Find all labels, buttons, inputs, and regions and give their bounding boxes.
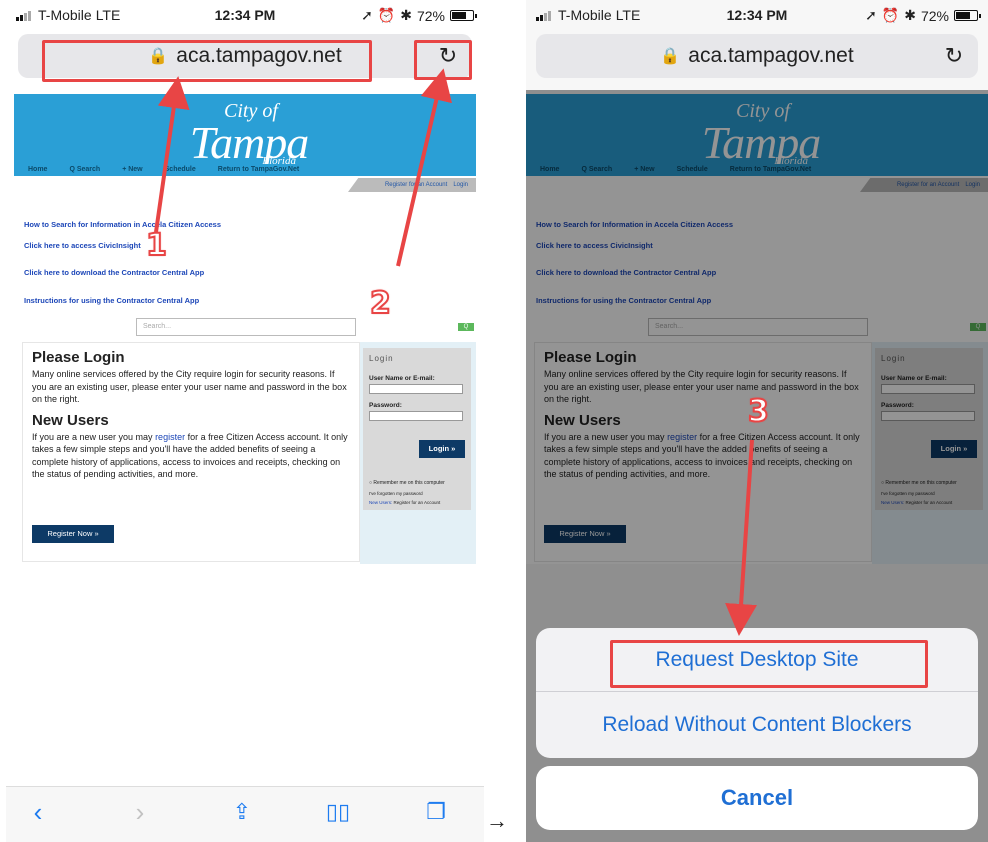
reload-icon[interactable]: ↻ — [940, 42, 968, 70]
battery-percent: 72% — [920, 7, 949, 24]
highlight-address-bar — [42, 40, 372, 82]
password-label: Password: — [369, 402, 402, 409]
nav-return[interactable]: Return to TampaGov.Net — [218, 164, 299, 176]
address-bar-right[interactable]: 🔒 aca.tampagov.net ↻ — [536, 34, 978, 78]
link-civicinsight[interactable]: Click here to access CivicInsight — [24, 241, 141, 250]
city-logo: City of Tampa Florida — [184, 100, 314, 170]
location-icon: ➚ — [865, 7, 877, 23]
bluetooth-icon: ✱ — [904, 7, 916, 23]
link-search-info[interactable]: How to Search for Information in Accela … — [24, 220, 221, 229]
new-users-line: New Users: Register for an Account — [369, 500, 440, 505]
new-users-title: New Users — [32, 411, 109, 429]
site-nav: Home Q Search + New Schedule Return to T… — [14, 164, 476, 176]
account-strip: Register for an Account Login — [348, 178, 476, 192]
status-bar-right: T-Mobile LTE 12:34 PM ➚ ⏰ ✱ 72% — [526, 0, 988, 30]
step-1-label: 1 — [145, 227, 168, 264]
new-users-body: If you are a new user you may register f… — [32, 431, 350, 481]
browser-toolbar: ‹ › ⇪ ▯▯ ❐ — [6, 786, 484, 842]
bookmarks-icon[interactable]: ▯▯ — [318, 797, 358, 827]
forward-icon[interactable]: › — [120, 797, 160, 827]
new-users-text-a: If you are a new user you may — [32, 431, 156, 442]
new-users-label: New Users: — [369, 500, 393, 505]
tabs-icon[interactable]: ❐ — [416, 797, 456, 827]
status-right: ➚ ⏰ ✱ 72% — [865, 7, 981, 24]
register-now-button[interactable]: Register Now » — [32, 525, 114, 543]
step-3-label: 3 — [747, 393, 770, 430]
nav-home[interactable]: Home — [28, 164, 47, 176]
site-search-input[interactable]: Search... — [136, 318, 356, 336]
remember-me-checkbox[interactable]: ○ Remember me on this computer — [369, 480, 445, 486]
location-icon: ➚ — [361, 7, 373, 23]
reload-without-blockers-button[interactable]: Reload Without Content Blockers — [536, 693, 978, 757]
url-text: aca.tampagov.net — [688, 44, 854, 67]
step-2-label: 2 — [369, 285, 392, 322]
site-banner: City of Tampa Florida — [14, 94, 476, 174]
register-link[interactable]: Register for an Account — [385, 182, 447, 188]
forgot-password-link[interactable]: I've forgotten my password — [369, 491, 423, 496]
battery-icon — [450, 10, 477, 21]
battery-percent: 72% — [416, 7, 445, 24]
link-contractor-instructions[interactable]: Instructions for using the Contractor Ce… — [24, 296, 199, 305]
web-page: City of Tampa Florida Home Q Search + Ne… — [14, 94, 476, 564]
battery-icon — [954, 10, 981, 21]
login-side-panel: Login User Name or E-mail: Password: Log… — [360, 342, 476, 564]
username-field[interactable] — [369, 384, 463, 394]
transition-arrow: → — [486, 808, 508, 833]
status-right: ➚ ⏰ ✱ 72% — [361, 7, 477, 24]
nav-new[interactable]: + New — [122, 164, 142, 176]
lock-icon: 🔒 — [660, 48, 681, 65]
highlight-request-desktop — [610, 640, 928, 688]
login-link[interactable]: Login — [453, 182, 468, 188]
cancel-button[interactable]: Cancel — [536, 766, 978, 830]
login-info-panel: Please Login Many online services offere… — [22, 342, 360, 562]
site-search-button[interactable]: Q — [458, 323, 474, 331]
back-icon[interactable]: ‹ — [18, 797, 58, 827]
login-box: Login User Name or E-mail: Password: Log… — [363, 348, 471, 510]
login-button[interactable]: Login » — [419, 440, 465, 458]
please-login-body: Many online services offered by the City… — [32, 369, 347, 404]
alarm-icon: ⏰ — [377, 7, 396, 23]
status-bar: T-Mobile LTE 12:34 PM ➚ ⏰ ✱ 72% — [6, 0, 484, 30]
remember-me-label: Remember me on this computer — [373, 480, 445, 486]
password-field[interactable] — [369, 411, 463, 421]
link-contractor-app[interactable]: Click here to download the Contractor Ce… — [24, 268, 204, 277]
bluetooth-icon: ✱ — [400, 7, 412, 23]
login-box-title: Login — [369, 354, 394, 363]
please-login-title: Please Login — [32, 349, 125, 366]
highlight-reload-button — [414, 40, 472, 80]
share-icon[interactable]: ⇪ — [222, 797, 262, 827]
username-label: User Name or E-mail: — [369, 375, 435, 382]
nav-search[interactable]: Q Search — [69, 164, 100, 176]
phone-screen-left: T-Mobile LTE 12:34 PM ➚ ⏰ ✱ 72% 🔒 aca.ta… — [6, 0, 484, 842]
register-inline-link[interactable]: register — [155, 432, 185, 442]
register-account-link[interactable]: Register for an Account — [394, 500, 441, 505]
alarm-icon: ⏰ — [881, 7, 900, 23]
nav-schedule[interactable]: Schedule — [165, 164, 196, 176]
